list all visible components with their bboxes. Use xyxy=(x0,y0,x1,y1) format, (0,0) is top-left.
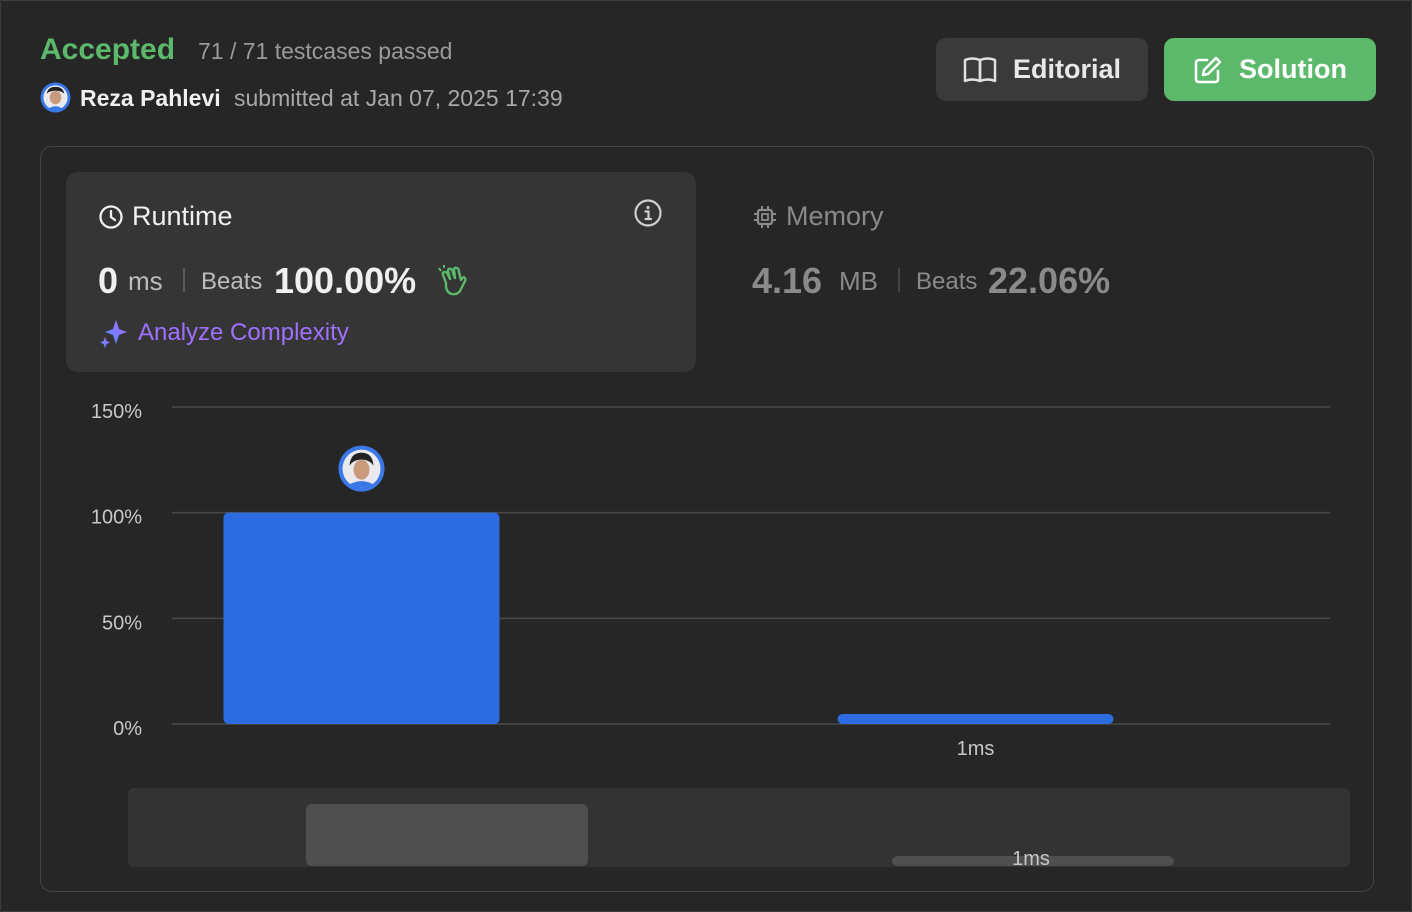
runtime-separator xyxy=(183,268,185,292)
testcases-summary: 71 / 71 testcases passed xyxy=(198,38,453,64)
editorial-button[interactable]: Editorial xyxy=(936,38,1148,101)
memory-title[interactable]: Memory xyxy=(752,201,884,232)
sparkle-icon xyxy=(100,320,127,348)
clap-icon xyxy=(438,265,467,296)
chip-icon xyxy=(754,205,776,228)
memory-separator xyxy=(898,268,900,292)
runtime-title: Runtime xyxy=(98,201,233,232)
memory-value: 4.16 xyxy=(752,260,823,301)
edit-icon xyxy=(1194,56,1222,83)
memory-beats-value: 22.06% xyxy=(988,260,1111,301)
memory-beats-label: Beats xyxy=(916,268,978,295)
solution-label: Solution xyxy=(1239,54,1347,84)
status-label: Accepted xyxy=(40,33,176,66)
analyze-complexity-link[interactable]: Analyze Complexity xyxy=(98,318,349,348)
submitted-time: submitted at Jan 07, 2025 17:39 xyxy=(234,85,563,111)
runtime-title-text: Runtime xyxy=(132,201,233,231)
user-avatar[interactable] xyxy=(40,82,71,113)
solution-button[interactable]: Solution xyxy=(1164,38,1376,101)
runtime-beats-value: 100.00% xyxy=(274,260,417,301)
memory-unit: MB xyxy=(839,266,878,296)
info-icon[interactable] xyxy=(633,198,663,228)
user-name[interactable]: Reza Pahlevi xyxy=(80,85,221,112)
runtime-value: 0 xyxy=(98,260,119,301)
clock-icon xyxy=(99,204,123,229)
memory-title-text: Memory xyxy=(786,201,884,231)
editorial-label: Editorial xyxy=(1012,54,1121,84)
analyze-complexity-label: Analyze Complexity xyxy=(138,319,349,346)
runtime-unit: ms xyxy=(128,266,163,296)
runtime-beats-label: Beats xyxy=(201,268,263,295)
chart-minimap[interactable] xyxy=(128,788,1350,867)
book-icon xyxy=(963,56,997,82)
